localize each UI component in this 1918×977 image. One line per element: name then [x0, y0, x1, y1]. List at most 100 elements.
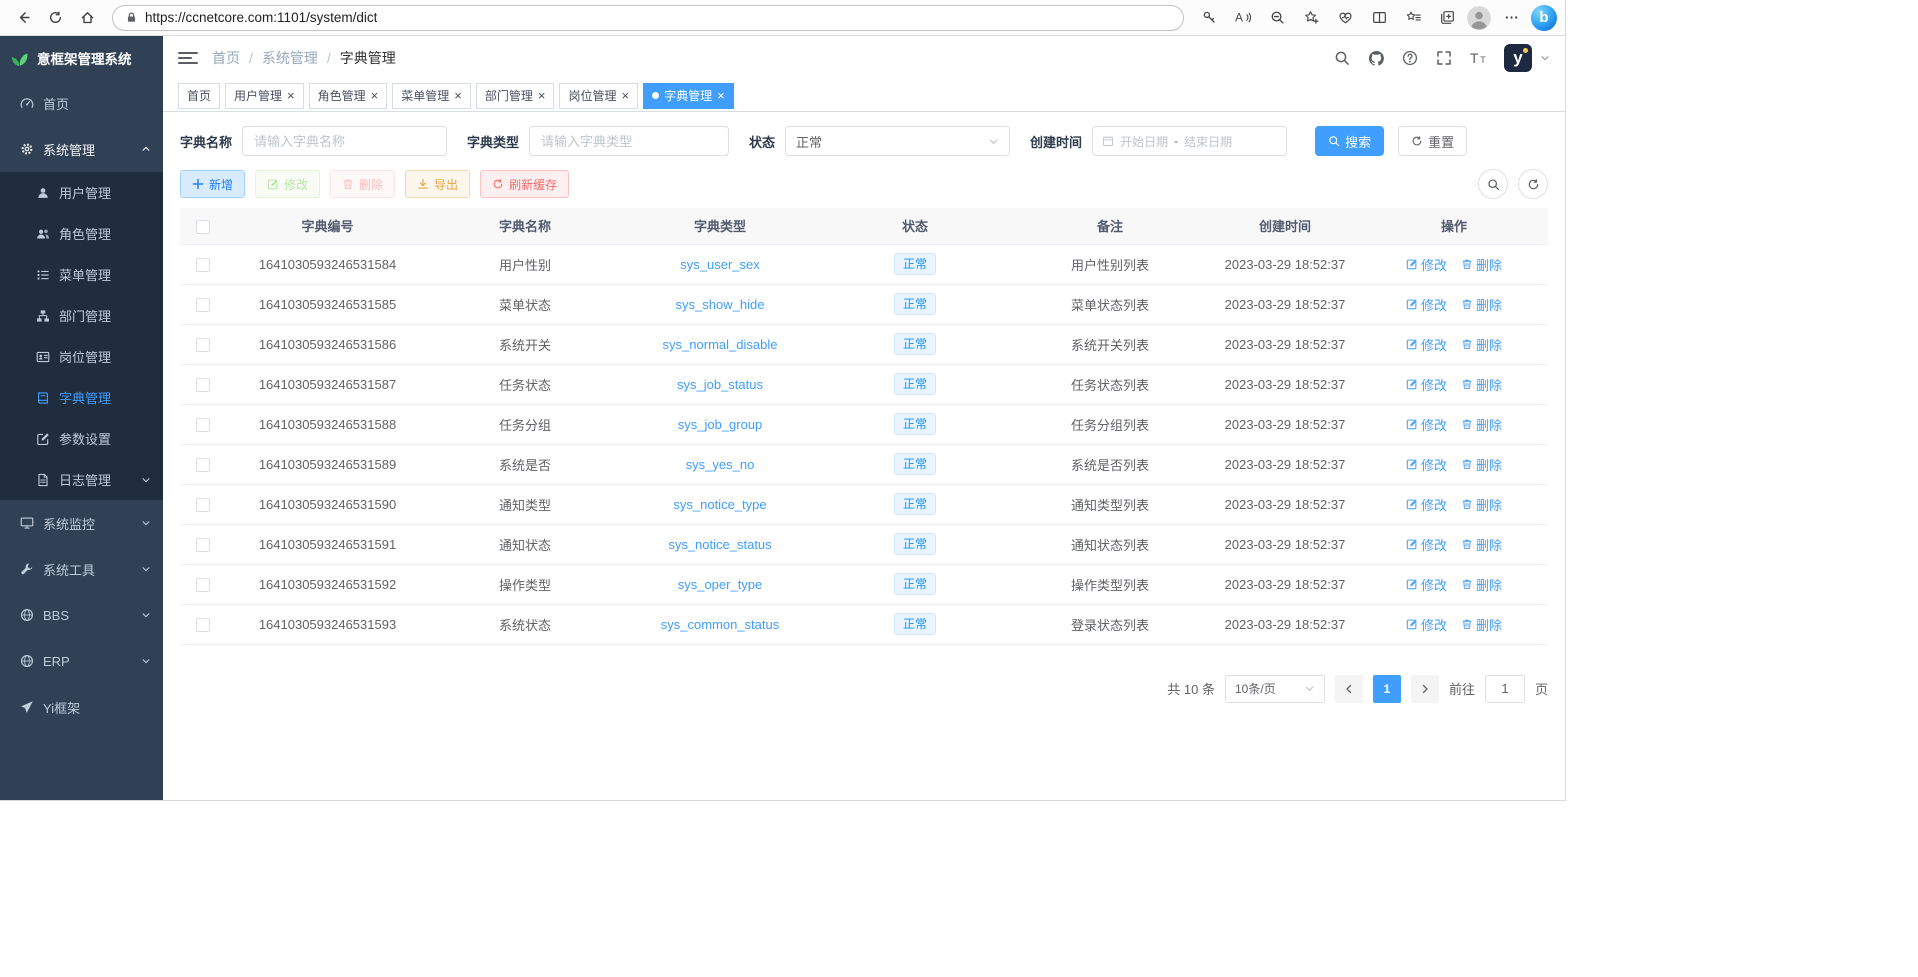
close-tab-icon[interactable]: × — [454, 89, 462, 102]
dict-type-input[interactable] — [529, 126, 729, 156]
bing-copilot-icon[interactable] — [1531, 5, 1557, 31]
browser-essentials-icon[interactable] — [1330, 4, 1360, 32]
split-screen-icon[interactable] — [1364, 4, 1394, 32]
row-delete-button[interactable]: 删除 — [1461, 335, 1502, 354]
row-checkbox[interactable] — [196, 298, 210, 312]
export-button[interactable]: 导出 — [405, 170, 470, 198]
row-delete-button[interactable]: 删除 — [1461, 575, 1502, 594]
sidebar-item-erp[interactable]: ERP — [0, 638, 163, 684]
row-checkbox[interactable] — [196, 338, 210, 352]
read-aloud-icon[interactable]: A — [1228, 4, 1258, 32]
sidebar-item-role[interactable]: 角色管理 — [0, 213, 163, 254]
collections-icon[interactable] — [1432, 4, 1462, 32]
row-checkbox[interactable] — [196, 258, 210, 272]
row-edit-button[interactable]: 修改 — [1406, 455, 1447, 474]
tab-home[interactable]: 首页 — [178, 83, 220, 109]
sidebar-item-tool[interactable]: 系统工具 — [0, 546, 163, 592]
sidebar-item-config[interactable]: 参数设置 — [0, 418, 163, 459]
close-tab-icon[interactable]: × — [287, 89, 295, 102]
tab-menu[interactable]: 菜单管理× — [392, 83, 471, 109]
toggle-search-button[interactable] — [1478, 169, 1508, 199]
row-edit-button[interactable]: 修改 — [1406, 615, 1447, 634]
row-checkbox[interactable] — [196, 378, 210, 392]
edit-button[interactable]: 修改 — [255, 170, 320, 198]
dict-type-link[interactable]: sys_user_sex — [680, 257, 759, 272]
back-icon[interactable] — [8, 4, 38, 32]
sidebar-item-yi[interactable]: Yi框架 — [0, 684, 163, 730]
breadcrumb-item[interactable]: 系统管理 — [262, 48, 318, 68]
tab-post[interactable]: 岗位管理× — [559, 83, 638, 109]
sidebar-item-log[interactable]: 日志管理 — [0, 459, 163, 500]
row-edit-button[interactable]: 修改 — [1406, 375, 1447, 394]
sidebar-item-user[interactable]: 用户管理 — [0, 172, 163, 213]
row-checkbox[interactable] — [196, 498, 210, 512]
address-bar[interactable]: https://ccnetcore.com:1101/system/dict — [112, 5, 1184, 31]
row-edit-button[interactable]: 修改 — [1406, 335, 1447, 354]
sidebar-item-system[interactable]: 系统管理 — [0, 126, 163, 172]
tab-dept[interactable]: 部门管理× — [476, 83, 555, 109]
key-icon[interactable] — [1194, 4, 1224, 32]
row-delete-button[interactable]: 删除 — [1461, 535, 1502, 554]
help-icon[interactable] — [1402, 50, 1418, 66]
refresh-table-button[interactable] — [1518, 169, 1548, 199]
dict-type-link[interactable]: sys_common_status — [661, 617, 780, 632]
status-select[interactable]: 正常 — [785, 126, 1010, 156]
sidebar-item-dept[interactable]: 部门管理 — [0, 295, 163, 336]
add-button[interactable]: 新增 — [180, 170, 245, 198]
reset-button[interactable]: 重置 — [1398, 126, 1467, 156]
sidebar-item-dict[interactable]: 字典管理 — [0, 377, 163, 418]
dict-type-link[interactable]: sys_show_hide — [676, 297, 765, 312]
row-delete-button[interactable]: 删除 — [1461, 255, 1502, 274]
sidebar-toggle-icon[interactable] — [178, 52, 198, 64]
add-favorite-icon[interactable] — [1296, 4, 1326, 32]
prev-page-button[interactable] — [1335, 675, 1363, 703]
sidebar-item-bbs[interactable]: BBS — [0, 592, 163, 638]
row-edit-button[interactable]: 修改 — [1406, 575, 1447, 594]
row-edit-button[interactable]: 修改 — [1406, 535, 1447, 554]
tab-role[interactable]: 角色管理× — [309, 83, 388, 109]
user-avatar-logo[interactable] — [1504, 44, 1532, 72]
row-checkbox[interactable] — [196, 618, 210, 632]
dict-type-link[interactable]: sys_notice_status — [668, 537, 771, 552]
home-icon[interactable] — [72, 4, 102, 32]
search-icon[interactable] — [1334, 50, 1350, 66]
breadcrumb-item[interactable]: 首页 — [212, 48, 240, 68]
tab-user[interactable]: 用户管理× — [225, 83, 304, 109]
row-delete-button[interactable]: 删除 — [1461, 295, 1502, 314]
close-tab-icon[interactable]: × — [717, 89, 725, 102]
favorites-icon[interactable] — [1398, 4, 1428, 32]
close-tab-icon[interactable]: × — [621, 89, 629, 102]
dict-type-link[interactable]: sys_notice_type — [673, 497, 766, 512]
sidebar-item-post[interactable]: 岗位管理 — [0, 336, 163, 377]
search-button[interactable]: 搜索 — [1315, 126, 1384, 156]
sidebar-item-home[interactable]: 首页 — [0, 80, 163, 126]
select-all-checkbox[interactable] — [196, 220, 210, 234]
close-tab-icon[interactable]: × — [538, 89, 546, 102]
row-edit-button[interactable]: 修改 — [1406, 495, 1447, 514]
dict-type-link[interactable]: sys_yes_no — [686, 457, 755, 472]
refresh-icon[interactable] — [40, 4, 70, 32]
close-tab-icon[interactable]: × — [371, 89, 379, 102]
tab-dict[interactable]: 字典管理× — [643, 83, 734, 109]
row-edit-button[interactable]: 修改 — [1406, 295, 1447, 314]
settings-more-icon[interactable] — [1496, 4, 1526, 32]
row-delete-button[interactable]: 删除 — [1461, 615, 1502, 634]
row-checkbox[interactable] — [196, 538, 210, 552]
row-edit-button[interactable]: 修改 — [1406, 255, 1447, 274]
row-delete-button[interactable]: 删除 — [1461, 375, 1502, 394]
row-checkbox[interactable] — [196, 458, 210, 472]
date-range-picker[interactable]: 开始日期 - 结束日期 — [1092, 126, 1287, 156]
fullscreen-icon[interactable] — [1436, 50, 1452, 66]
sidebar-item-menu[interactable]: 菜单管理 — [0, 254, 163, 295]
row-delete-button[interactable]: 删除 — [1461, 455, 1502, 474]
page-1-button[interactable]: 1 — [1373, 675, 1401, 703]
refresh-cache-button[interactable]: 刷新缓存 — [480, 170, 569, 198]
dict-type-link[interactable]: sys_job_status — [677, 377, 763, 392]
dict-type-link[interactable]: sys_normal_disable — [663, 337, 778, 352]
profile-avatar[interactable] — [1467, 6, 1491, 30]
dict-name-input[interactable] — [242, 126, 447, 156]
delete-button[interactable]: 删除 — [330, 170, 395, 198]
github-icon[interactable] — [1368, 50, 1385, 67]
font-size-icon[interactable]: TT — [1470, 50, 1488, 66]
row-checkbox[interactable] — [196, 578, 210, 592]
